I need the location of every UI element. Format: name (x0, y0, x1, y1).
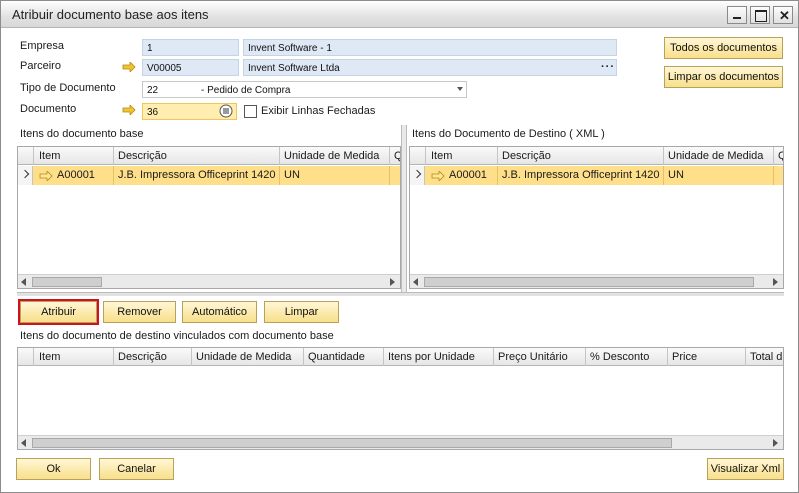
cell-quantidade (774, 166, 783, 185)
column-header-quantidade[interactable]: Qua (390, 147, 400, 165)
column-header-unidade[interactable]: Unidade de Medida (664, 147, 774, 165)
cell-descricao: J.B. Impressora Officeprint 1420 (498, 166, 664, 185)
minimize-button[interactable] (727, 6, 747, 24)
scroll-left-icon[interactable] (21, 439, 26, 447)
link-arrow-icon[interactable] (122, 105, 136, 115)
list-select-icon[interactable] (219, 104, 233, 118)
exibir-linhas-checkbox[interactable] (244, 105, 257, 118)
table-row[interactable]: A00001 J.B. Impressora Officeprint 1420 … (18, 166, 400, 185)
horizontal-splitter[interactable] (17, 292, 784, 296)
grid-header: Item Descrição Unidade de Medida Quantid… (18, 348, 783, 366)
scroll-left-icon[interactable] (21, 278, 26, 286)
chevron-down-icon[interactable] (457, 87, 463, 91)
scroll-thumb[interactable] (32, 277, 102, 287)
column-header-total[interactable]: Total d (746, 348, 783, 366)
column-header-itens-por-unidade[interactable]: Itens por Unidade (384, 348, 494, 366)
scroll-right-icon[interactable] (773, 278, 778, 286)
linked-grid-title: Itens do documento de destino vinculados… (20, 330, 334, 342)
column-header-quantidade[interactable]: Quantidade (304, 348, 384, 366)
documento-label: Documento (20, 103, 77, 115)
visualizar-xml-button[interactable]: Visualizar Xml (707, 458, 784, 480)
column-header-item[interactable]: Item (426, 147, 498, 165)
cell-item: A00001 (53, 166, 114, 185)
tipo-documento-code: 22 (147, 85, 159, 96)
cell-item: A00001 (445, 166, 498, 185)
base-grid-title: Itens do documento base (20, 128, 144, 140)
limpar-documentos-button[interactable]: Limpar os documentos (664, 66, 783, 88)
vertical-splitter[interactable] (401, 125, 407, 295)
scroll-left-icon[interactable] (413, 278, 418, 286)
link-arrow-icon[interactable] (431, 171, 445, 181)
horizontal-scrollbar[interactable] (18, 435, 783, 449)
grid-corner (18, 147, 34, 165)
row-selector[interactable] (18, 166, 33, 185)
base-items-grid: Item Descrição Unidade de Medida Qua A00… (17, 146, 401, 289)
column-header-descricao[interactable]: Descrição (114, 147, 280, 165)
empresa-name-field[interactable]: Invent Software - 1 (243, 39, 617, 56)
close-button[interactable]: ✕ (773, 6, 793, 24)
tipo-documento-desc: - Pedido de Compra (201, 85, 291, 96)
column-header-item[interactable]: Item (34, 348, 114, 366)
linked-items-grid: Item Descrição Unidade de Medida Quantid… (17, 347, 784, 450)
window-title: Atribuir documento base aos itens (12, 7, 209, 22)
parceiro-name-field[interactable]: Invent Software Ltda (243, 59, 617, 76)
dialog-window: Atribuir documento base aos itens ✕ Empr… (0, 0, 799, 493)
grid-header: Item Descrição Unidade de Medida Qua (18, 147, 400, 165)
link-arrow-icon[interactable] (122, 62, 136, 72)
row-selector[interactable] (410, 166, 425, 185)
exibir-linhas-label: Exibir Linhas Fechadas (261, 105, 376, 117)
dest-items-grid: Item Descrição Unidade de Medida Q A0000… (409, 146, 784, 289)
grid-header: Item Descrição Unidade de Medida Q (410, 147, 783, 165)
column-header-descricao[interactable]: Descrição (114, 348, 192, 366)
horizontal-scrollbar[interactable] (410, 274, 783, 288)
parceiro-code-field[interactable]: V00005 (142, 59, 239, 76)
cell-unidade: UN (280, 166, 390, 185)
ok-button[interactable]: Ok (16, 458, 91, 480)
cell-quantidade (390, 166, 400, 185)
column-header-unidade[interactable]: Unidade de Medida (192, 348, 304, 366)
cell-unidade: UN (664, 166, 774, 185)
automatico-button[interactable]: Automático (182, 301, 257, 323)
more-options-icon[interactable]: ··· (601, 61, 615, 73)
dest-grid-title: Itens do Documento de Destino ( XML ) (412, 128, 605, 140)
column-header-preco-unitario[interactable]: Preço Unitário (494, 348, 586, 366)
table-row[interactable]: A00001 J.B. Impressora Officeprint 1420 … (410, 166, 783, 185)
cell-descricao: J.B. Impressora Officeprint 1420 (114, 166, 280, 185)
empresa-code-field[interactable]: 1 (142, 39, 239, 56)
close-icon: ✕ (779, 8, 790, 23)
atribuir-button[interactable]: Atribuir (18, 299, 99, 325)
todos-documentos-button[interactable]: Todos os documentos (664, 37, 783, 59)
scroll-thumb[interactable] (424, 277, 754, 287)
column-header-desconto[interactable]: % Desconto (586, 348, 668, 366)
tipo-documento-label: Tipo de Documento (20, 82, 116, 94)
title-bar: Atribuir documento base aos itens ✕ (1, 1, 798, 28)
maximize-button[interactable] (750, 6, 770, 24)
scroll-right-icon[interactable] (773, 439, 778, 447)
limpar-button[interactable]: Limpar (264, 301, 339, 323)
parceiro-label: Parceiro (20, 60, 61, 72)
grid-corner (18, 348, 34, 366)
cancel-button[interactable]: Canelar (99, 458, 174, 480)
grid-corner (410, 147, 426, 165)
column-header-descricao[interactable]: Descrição (498, 147, 664, 165)
horizontal-scrollbar[interactable] (18, 274, 400, 288)
tipo-documento-select[interactable]: 22 - Pedido de Compra (142, 81, 467, 98)
column-header-item[interactable]: Item (34, 147, 114, 165)
empresa-label: Empresa (20, 40, 65, 52)
scroll-thumb[interactable] (32, 438, 672, 448)
link-arrow-icon[interactable] (39, 171, 53, 181)
column-header-quantidade[interactable]: Q (774, 147, 783, 165)
remover-button[interactable]: Remover (103, 301, 176, 323)
scroll-right-icon[interactable] (390, 278, 395, 286)
column-header-price[interactable]: Price (668, 348, 746, 366)
column-header-unidade[interactable]: Unidade de Medida (280, 147, 390, 165)
